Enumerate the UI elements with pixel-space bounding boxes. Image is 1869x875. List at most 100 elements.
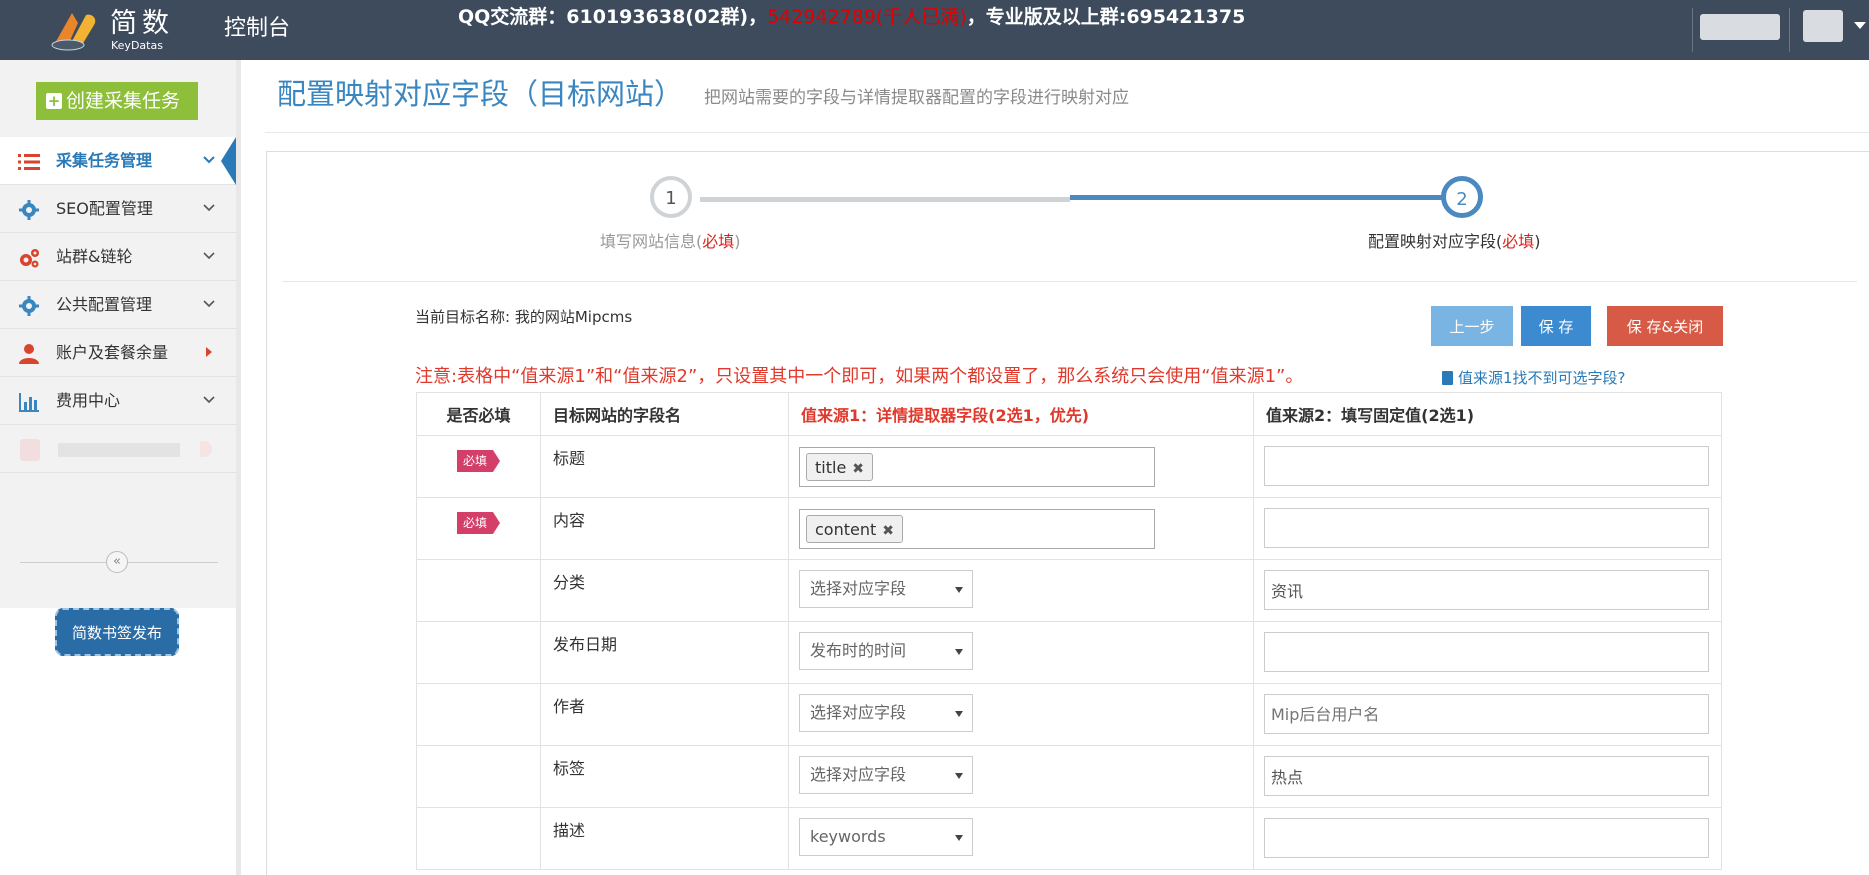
source2-cell	[1253, 621, 1722, 684]
column-header: 是否必填	[416, 392, 541, 436]
sidebar-item-billing[interactable]: 费用中心	[0, 377, 236, 425]
table-row: 作者 选择对应字段	[416, 683, 1722, 746]
save-close-button[interactable]: 保 存&关闭	[1607, 306, 1723, 346]
bookmark-publish-button[interactable]: 简数书签发布	[55, 608, 179, 656]
user-icon	[19, 344, 39, 364]
source1-cell: 选择对应字段	[788, 745, 1254, 808]
column-header: 目标网站的字段名	[540, 392, 789, 436]
table-row: 标签 选择对应字段	[416, 745, 1722, 808]
required-cell	[416, 621, 541, 684]
notice-part2: ，专业版及以上群:695421375	[966, 6, 1246, 28]
source1-select[interactable]: 发布时的时间	[799, 632, 973, 670]
divider	[1692, 8, 1693, 52]
required-cell	[416, 559, 541, 622]
target-name-label: 当前目标名称:	[415, 308, 511, 326]
source1-cell: keywords	[788, 807, 1254, 870]
account-info-blurred[interactable]	[1700, 14, 1780, 40]
save-button[interactable]: 保 存	[1521, 306, 1591, 346]
table-row: 描述 keywords	[416, 807, 1722, 870]
step-2-close: )	[1534, 232, 1541, 251]
active-indicator	[221, 137, 236, 185]
table-row: 分类 选择对应字段	[416, 559, 1722, 622]
sidebar-item-seo[interactable]: SEO配置管理	[0, 185, 236, 233]
tag-label: content	[815, 520, 877, 539]
field-name: 描述	[553, 821, 586, 840]
source1-tag-input[interactable]: content ✖	[799, 509, 1155, 549]
select-value: 发布时的时间	[810, 641, 907, 660]
create-task-button[interactable]: + 创建采集任务	[36, 82, 198, 120]
source1-cell: title ✖	[788, 435, 1254, 498]
step-progress-current	[1070, 195, 1464, 200]
remove-tag-icon[interactable]: ✖	[882, 523, 894, 539]
brand-name-en: KeyDatas	[111, 39, 163, 52]
sidebar-item-label: 账户及套餐余量	[56, 343, 169, 362]
fixed-value-input[interactable]	[1264, 694, 1709, 734]
chevron-down-icon	[203, 396, 215, 404]
help-link-label: 值来源1找不到可选字段?	[1458, 369, 1626, 387]
divider	[265, 132, 1869, 133]
selected-field-tag[interactable]: title ✖	[806, 453, 874, 481]
fixed-value-input[interactable]	[1264, 508, 1709, 548]
top-bar: 简数 KeyDatas 控制台 QQ交流群：610193638(02群)，542…	[0, 0, 1869, 60]
divider	[282, 281, 1857, 282]
field-name: 内容	[553, 511, 586, 530]
step-1-text: 填写网站信息(	[600, 232, 703, 251]
source1-select[interactable]: 选择对应字段	[799, 756, 973, 794]
page-title: 配置映射对应字段（目标网站）	[277, 77, 684, 111]
sidebar-item-blurred[interactable]	[0, 425, 236, 473]
field-name-cell: 内容	[540, 497, 789, 560]
source1-cell: content ✖	[788, 497, 1254, 560]
blurred-label	[58, 443, 180, 457]
source1-select[interactable]: 选择对应字段	[799, 694, 973, 732]
select-value: 选择对应字段	[810, 579, 907, 598]
field-name-cell: 发布日期	[540, 621, 789, 684]
sidebar-item-account[interactable]: 账户及套餐余量	[0, 329, 236, 377]
prev-step-button[interactable]: 上一步	[1431, 306, 1513, 346]
fixed-value-input[interactable]	[1264, 818, 1709, 858]
blurred-icon	[20, 439, 40, 461]
sidebar-item-task-management[interactable]: 采集任务管理	[0, 137, 236, 185]
divider	[1789, 8, 1790, 52]
avatar[interactable]	[1803, 10, 1843, 42]
chevron-down-icon	[955, 587, 963, 593]
chevron-down-icon	[203, 156, 215, 164]
source1-cell: 选择对应字段	[788, 683, 1254, 746]
field-name-cell: 作者	[540, 683, 789, 746]
notice-full-group: 542942789(千人已满)	[767, 6, 967, 28]
field-name: 分类	[553, 573, 586, 592]
source1-select[interactable]: 选择对应字段	[799, 570, 973, 608]
required-cell	[416, 745, 541, 808]
brand-name: 简数	[110, 8, 174, 39]
help-link[interactable]: 值来源1找不到可选字段?	[1442, 367, 1626, 389]
sidebar-item-label: SEO配置管理	[56, 199, 153, 218]
collapse-sidebar-icon[interactable]: «	[106, 551, 128, 573]
fixed-value-input[interactable]	[1264, 570, 1709, 610]
sidebar-item-label: 采集任务管理	[56, 151, 153, 170]
fixed-value-input[interactable]	[1264, 632, 1709, 672]
gear-icon	[19, 296, 39, 316]
source1-tag-input[interactable]: title ✖	[799, 447, 1155, 487]
field-name-cell: 分类	[540, 559, 789, 622]
field-name: 作者	[553, 697, 586, 716]
step-1-label[interactable]: 填写网站信息(必填)	[600, 231, 741, 253]
logo[interactable]: 简数 KeyDatas	[48, 5, 188, 55]
selected-field-tag[interactable]: content ✖	[806, 515, 903, 543]
fixed-value-input[interactable]	[1264, 446, 1709, 486]
user-menu-caret-icon[interactable]	[1854, 22, 1866, 29]
step-progress-done	[700, 197, 1070, 202]
console-link[interactable]: 控制台	[224, 14, 290, 44]
step-2-circle: 2	[1441, 176, 1483, 218]
sidebar-item-public-config[interactable]: 公共配置管理	[0, 281, 236, 329]
column-header: 值来源2：填写固定值(2选1)	[1253, 392, 1722, 436]
tag-label: title	[815, 458, 847, 477]
chevron-down-icon	[955, 835, 963, 841]
sidebar-item-site-group[interactable]: 站群&链轮	[0, 233, 236, 281]
source2-cell	[1253, 497, 1722, 560]
source1-select[interactable]: keywords	[799, 818, 973, 856]
fixed-value-input[interactable]	[1264, 756, 1709, 796]
field-name-cell: 描述	[540, 807, 789, 870]
field-name-cell: 标题	[540, 435, 789, 498]
step-1-circle[interactable]: 1	[650, 176, 692, 218]
field-name-cell: 标签	[540, 745, 789, 808]
remove-tag-icon[interactable]: ✖	[852, 461, 864, 477]
